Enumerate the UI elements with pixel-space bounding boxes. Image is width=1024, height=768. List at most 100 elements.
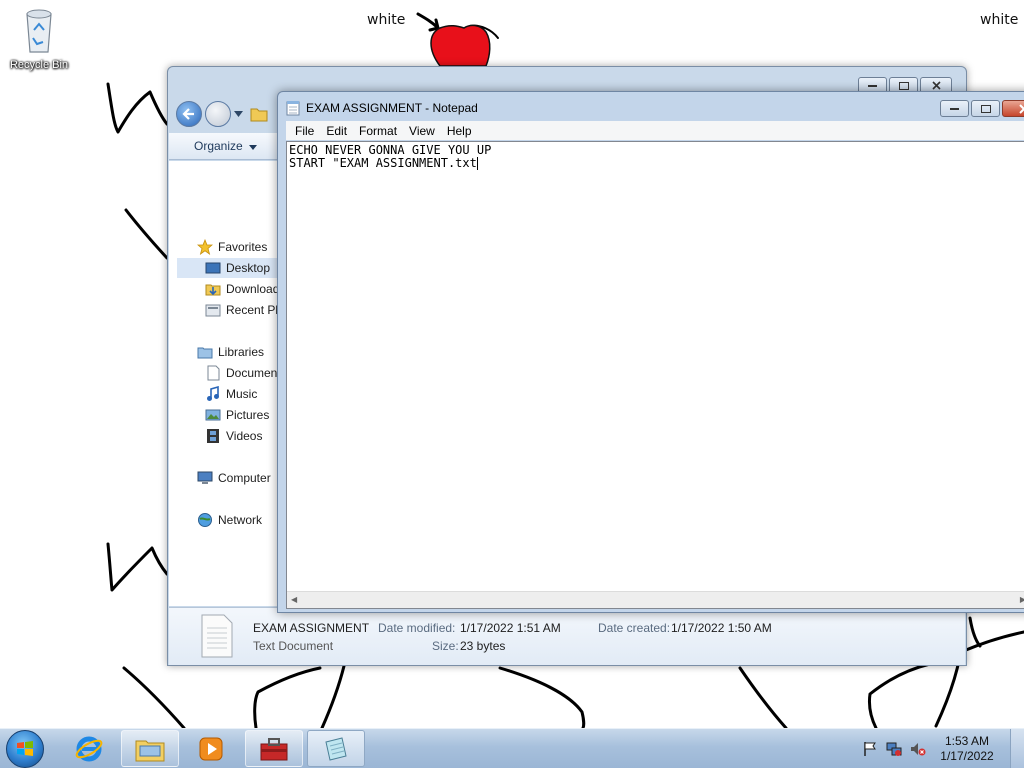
minimize-button[interactable] — [940, 100, 969, 117]
date-created-label: Date created: — [598, 621, 671, 635]
navigation-pane: Favorites Desktop Downloads Recent Place… — [169, 161, 303, 606]
notepad-title: EXAM ASSIGNMENT - Notepad — [306, 101, 478, 115]
start-button[interactable] — [6, 730, 44, 768]
network-icon[interactable] — [886, 741, 902, 757]
nav-item-downloads[interactable]: Downloads — [205, 279, 285, 299]
scribble-left-low — [106, 542, 169, 592]
notepad-caption-buttons — [940, 100, 1024, 117]
red-apple — [430, 24, 491, 67]
scribble-bottom-right-1 — [738, 666, 788, 730]
menu-help[interactable]: Help — [441, 124, 478, 138]
network-globe-icon — [198, 513, 212, 527]
menu-view[interactable]: View — [403, 124, 441, 138]
action-center-flag-icon[interactable] — [862, 741, 878, 757]
back-arrow-icon — [182, 108, 194, 120]
notepad-window[interactable]: EXAM ASSIGNMENT - Notepad File Edit Form… — [277, 91, 1024, 613]
text-line: ECHO NEVER GONNA GIVE YOU UP — [289, 143, 492, 157]
nav-item-music[interactable]: Music — [205, 384, 257, 404]
nav-label: Pictures — [226, 408, 270, 422]
libraries-icon — [197, 347, 213, 359]
nav-label: Computer — [218, 471, 271, 485]
media-player-icon — [199, 737, 223, 760]
maximize-button[interactable] — [971, 100, 1000, 117]
desktop-icon-recycle-bin[interactable]: Recycle Bin — [6, 8, 72, 71]
forward-button[interactable] — [205, 101, 231, 127]
scribble-bottom-mid-2 — [320, 664, 346, 730]
nav-item-pictures[interactable]: Pictures — [205, 405, 269, 425]
menu-edit[interactable]: Edit — [320, 124, 353, 138]
downloads-folder-icon — [205, 284, 221, 296]
nav-label: Desktop — [226, 261, 271, 275]
volume-muted-icon[interactable] — [910, 741, 926, 757]
taskbar-notepad[interactable] — [307, 730, 365, 767]
details-pane: EXAM ASSIGNMENT Text Document Date modif… — [169, 607, 965, 665]
menu-file[interactable]: File — [289, 124, 320, 138]
taskbar-clock[interactable]: 1:53 AM 1/17/2022 — [934, 734, 1000, 764]
wallpaper-text-white-right: white — [980, 12, 1019, 28]
size-value: 23 bytes — [460, 639, 506, 653]
file-type: Text Document — [253, 639, 334, 653]
close-icon — [931, 81, 941, 90]
chevron-down-icon — [249, 145, 258, 150]
date-modified-label: Date modified: — [378, 621, 456, 635]
scribble-bottom-left — [122, 666, 186, 730]
notepad-content: ECHO NEVER GONNA GIVE YOU UP START "EXAM… — [289, 144, 491, 170]
text-document-icon — [201, 614, 233, 658]
recycle-bin-icon — [26, 9, 52, 53]
nav-label: Favorites — [218, 240, 268, 254]
notepad-icon — [286, 101, 300, 116]
recent-places-icon — [205, 304, 221, 317]
desktop-icon-label: Recycle Bin — [9, 59, 69, 71]
scroll-right-arrow-icon[interactable]: ▶ — [1020, 595, 1024, 604]
scribble-left-mid — [124, 208, 169, 260]
music-note-icon — [207, 386, 219, 401]
scribble-right-upper — [968, 616, 982, 648]
show-desktop-button[interactable] — [1010, 729, 1024, 768]
system-tray: 1:53 AM 1/17/2022 — [862, 729, 1024, 768]
scribble-top-right-arrow — [416, 12, 440, 32]
close-icon — [1019, 103, 1024, 114]
nav-item-network[interactable]: Network — [197, 510, 262, 530]
documents-icon — [207, 365, 220, 381]
nav-item-videos[interactable]: Videos — [205, 426, 262, 446]
nav-item-favorites[interactable]: Favorites — [197, 237, 267, 257]
minimize-icon — [950, 108, 959, 110]
nav-item-computer[interactable]: Computer — [197, 468, 271, 488]
pictures-icon — [205, 409, 221, 421]
toolbox-icon — [260, 737, 288, 760]
nav-item-libraries[interactable]: Libraries — [197, 342, 264, 362]
clock-date: 1/17/2022 — [940, 749, 994, 763]
taskbar-internet-explorer[interactable] — [60, 730, 118, 767]
notepad-text-area[interactable]: ECHO NEVER GONNA GIVE YOU UP START "EXAM… — [286, 141, 1024, 609]
nav-item-desktop[interactable]: Desktop — [177, 258, 279, 278]
recent-pages-chevron-icon[interactable] — [234, 111, 243, 117]
taskbar-windows-explorer[interactable] — [121, 730, 179, 767]
taskbar-toolbox-app[interactable] — [245, 730, 303, 767]
scribble-bottom-mid-1 — [253, 666, 322, 730]
notepad-icon — [325, 736, 347, 761]
nav-label: Music — [226, 387, 258, 401]
size-label: Size: — [432, 639, 459, 653]
internet-explorer-icon — [75, 736, 103, 761]
nav-item-documents[interactable]: Documents — [205, 363, 287, 383]
file-name: EXAM ASSIGNMENT — [253, 621, 370, 635]
scribble-bottom-center — [498, 666, 586, 730]
back-button[interactable] — [176, 101, 202, 127]
scroll-left-arrow-icon[interactable]: ◀ — [291, 595, 297, 604]
horizontal-scrollbar[interactable]: ◀ ▶ — [287, 591, 1024, 608]
date-modified-value: 1/17/2022 1:51 AM — [460, 621, 561, 635]
scribble-bottom-right-2 — [868, 662, 932, 730]
organize-button[interactable]: Organize — [194, 139, 258, 153]
nav-label: Libraries — [218, 345, 265, 359]
nav-label: Videos — [226, 429, 263, 443]
menu-format[interactable]: Format — [353, 124, 403, 138]
close-button[interactable] — [1002, 100, 1024, 117]
taskbar-media-player[interactable] — [182, 730, 240, 767]
star-icon — [197, 239, 213, 255]
notepad-menu-bar: File Edit Format View Help — [286, 121, 1024, 140]
date-created-value: 1/17/2022 1:50 AM — [671, 621, 772, 635]
computer-icon — [197, 471, 213, 484]
windows-logo-icon — [17, 741, 33, 756]
minimize-icon — [868, 85, 877, 87]
text-line: START "EXAM ASSIGNMENT.txt — [289, 156, 477, 170]
